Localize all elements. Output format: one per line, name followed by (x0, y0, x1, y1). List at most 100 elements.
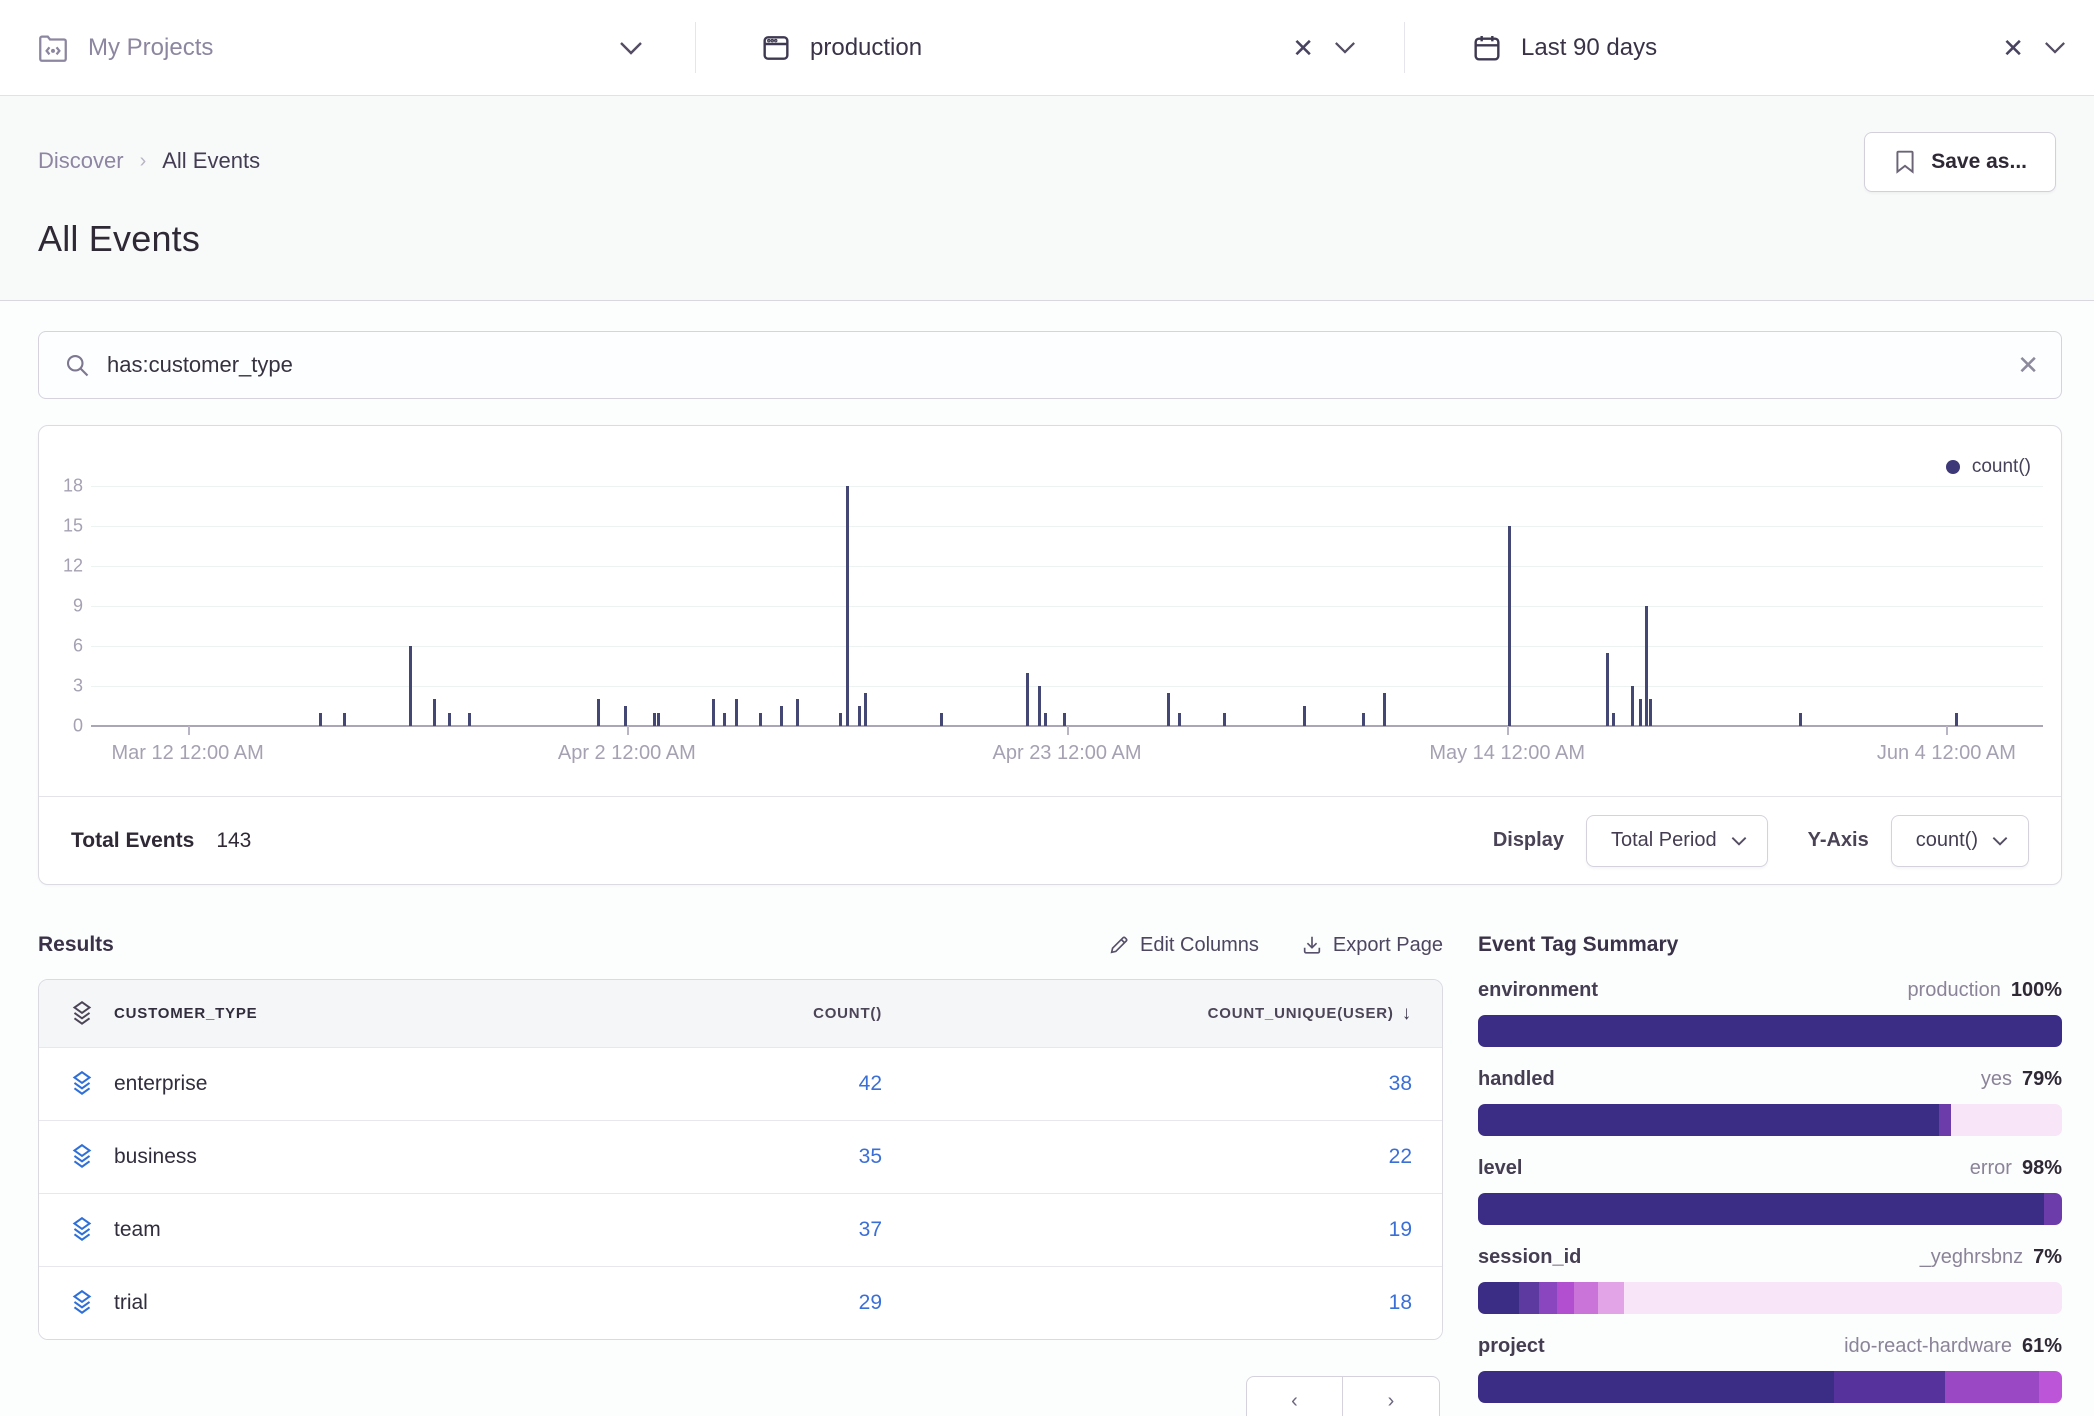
tag-bar-segment (1945, 1371, 2038, 1403)
edit-columns-button[interactable]: Edit Columns (1108, 934, 1259, 957)
stack-icon[interactable] (69, 1289, 95, 1317)
table-row: business 35 22 (39, 1120, 1442, 1193)
project-selector-label: My Projects (88, 34, 213, 62)
projects-icon (36, 31, 70, 65)
tag-name: session_id (1478, 1246, 1581, 1269)
x-axis-tick (1067, 726, 1069, 735)
row-tag-value: business (114, 1145, 642, 1169)
tag-name: level (1478, 1157, 1522, 1180)
chart-bar (1631, 686, 1634, 726)
row-count-link[interactable]: 42 (859, 1072, 882, 1095)
row-count-link[interactable]: 35 (859, 1145, 882, 1168)
chart-bar (1639, 699, 1642, 726)
table-row: team3719 (39, 1193, 1442, 1266)
breadcrumb-discover[interactable]: Discover (38, 148, 124, 174)
chart-bar (1178, 713, 1181, 726)
tag-top-value: yes79% (1981, 1068, 2062, 1091)
stack-icon[interactable] (69, 1143, 95, 1171)
row-unique-link[interactable]: 22 (1389, 1145, 1412, 1169)
export-page-button[interactable]: Export Page (1301, 934, 1443, 957)
row-unique-link[interactable]: 19 (1389, 1218, 1412, 1242)
tag-percentage: 98% (2022, 1157, 2062, 1179)
next-page-button[interactable]: › (1343, 1376, 1440, 1416)
x-axis-tick-label: Jun 4 12:00 AM (1877, 742, 2016, 765)
y-axis-tick-label: 0 (39, 716, 83, 737)
yaxis-select[interactable]: count() (1891, 815, 2029, 867)
total-events-label: Total Events (71, 829, 194, 853)
x-axis-tick-label: May 14 12:00 AM (1429, 742, 1585, 765)
tag-distribution-bar[interactable] (1478, 1371, 2062, 1403)
chart-bar (735, 699, 738, 726)
row-unique-link[interactable]: 18 (1389, 1291, 1412, 1315)
chart-bar (1026, 673, 1029, 726)
chevron-down-icon[interactable] (1334, 41, 1356, 54)
x-axis-tick (1946, 726, 1948, 735)
tag-name: project (1478, 1335, 1545, 1358)
column-count[interactable]: COUNT() (642, 1005, 912, 1022)
clear-environment-icon[interactable]: ✕ (1292, 35, 1314, 61)
search-bar[interactable]: has:customer_type ✕ (38, 331, 2062, 399)
x-axis-tick-label: Mar 12 12:00 AM (111, 742, 263, 765)
chevron-down-icon[interactable] (2044, 41, 2066, 54)
tag-name: environment (1478, 979, 1598, 1002)
stack-icon[interactable] (69, 1216, 95, 1244)
chart-bar (796, 699, 799, 726)
row-count-link[interactable]: 29 (859, 1291, 882, 1314)
project-selector[interactable]: My Projects (0, 0, 695, 95)
chart-legend: count() (1946, 456, 2031, 478)
tag-distribution-bar[interactable] (1478, 1104, 2062, 1136)
row-count-link[interactable]: 37 (859, 1218, 882, 1241)
pagination: ‹ › (38, 1376, 1443, 1416)
tag-bar-segment (1951, 1104, 2062, 1136)
results-heading: Results (38, 933, 114, 957)
chart-bar (1362, 713, 1365, 726)
chart-bar (597, 699, 600, 726)
tag-bar-segment (1598, 1282, 1624, 1314)
y-axis-tick-label: 15 (39, 515, 83, 536)
chart-bar (1649, 699, 1652, 726)
gridline (91, 606, 2043, 607)
tag-percentage: 61% (2022, 1335, 2062, 1357)
chevron-down-icon (1992, 836, 2008, 846)
chart-bar (864, 693, 867, 726)
x-axis-tick (188, 726, 190, 735)
stack-icon[interactable] (69, 1070, 95, 1098)
x-axis-tick-label: Apr 23 12:00 AM (993, 742, 1142, 765)
gridline (91, 646, 2043, 647)
save-as-button[interactable]: Save as... (1864, 132, 2056, 192)
tag-distribution-bar[interactable] (1478, 1015, 2062, 1047)
tag-percentage: 7% (2033, 1246, 2062, 1268)
chart-bar (624, 706, 627, 726)
environment-selector[interactable]: production ✕ (696, 0, 1404, 95)
row-tag-value: enterprise (114, 1072, 642, 1096)
chart-bar (940, 713, 943, 726)
page-title: All Events (38, 218, 2056, 260)
y-axis-tick-label: 9 (39, 596, 83, 617)
chart-bar (858, 706, 861, 726)
chart-bar (1606, 653, 1609, 726)
chart-bar (780, 706, 783, 726)
x-axis-tick-label: Apr 2 12:00 AM (558, 742, 696, 765)
export-page-label: Export Page (1333, 934, 1443, 957)
tag-summary-heading: Event Tag Summary (1478, 933, 1678, 957)
daterange-selector[interactable]: Last 90 days ✕ (1405, 0, 2094, 95)
row-unique-link[interactable]: 38 (1389, 1072, 1412, 1096)
tag-bar-segment (1624, 1282, 2062, 1314)
daterange-label: Last 90 days (1521, 34, 1657, 62)
previous-page-button[interactable]: ‹ (1246, 1376, 1343, 1416)
yaxis-label: Y-Axis (1808, 829, 1869, 852)
clear-daterange-icon[interactable]: ✕ (2002, 35, 2024, 61)
display-select[interactable]: Total Period (1586, 815, 1768, 867)
row-tag-value: trial (114, 1291, 642, 1315)
search-input[interactable]: has:customer_type (107, 352, 2017, 378)
clear-search-icon[interactable]: ✕ (2017, 352, 2039, 378)
column-count-unique[interactable]: COUNT_UNIQUE(USER) ↓ (912, 1003, 1442, 1025)
column-customer-type[interactable]: CUSTOMER_TYPE (114, 1005, 642, 1022)
tag-distribution-bar[interactable] (1478, 1282, 2062, 1314)
tag-bar-segment (1557, 1282, 1575, 1314)
chart-bar (657, 713, 660, 726)
chevron-down-icon[interactable] (619, 41, 643, 55)
tag-distribution-bar[interactable] (1478, 1193, 2062, 1225)
tag-bar-segment (1519, 1282, 1539, 1314)
tag-bar-segment (2044, 1193, 2062, 1225)
